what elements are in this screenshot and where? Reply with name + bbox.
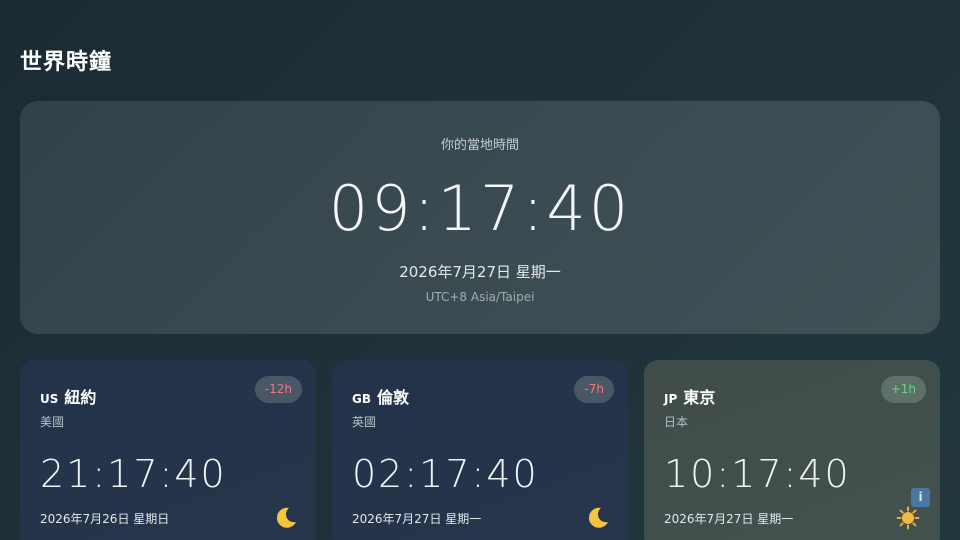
country-code: JP bbox=[664, 392, 678, 406]
city-time: 10:17:40 bbox=[664, 452, 851, 496]
country-code: US bbox=[40, 392, 59, 406]
local-timezone: UTC+8 Asia/Taipei bbox=[425, 290, 535, 304]
city-name: 紐約 bbox=[64, 388, 97, 407]
city-card-tokyo[interactable]: JP 東京 日本 +1h 10:17:40 2026年7月27日 星期一 i bbox=[644, 360, 940, 540]
country-name: 日本 bbox=[664, 415, 689, 429]
city-card-london[interactable]: GB 倫敦 英國 -7h 02:17:40 2026年7月27日 星期一 bbox=[332, 360, 628, 540]
local-time-display: 09:17:40 bbox=[328, 172, 632, 245]
city-name: 東京 bbox=[683, 388, 716, 407]
offset-badge: -12h bbox=[254, 376, 302, 403]
country-code: GB bbox=[352, 392, 371, 406]
city-date: 2026年7月26日 星期日 bbox=[40, 512, 170, 526]
country-name: 美國 bbox=[40, 415, 65, 429]
moon-icon bbox=[274, 506, 298, 530]
app-title: 世界時鐘 bbox=[20, 50, 113, 75]
city-name: 倫敦 bbox=[377, 388, 410, 407]
local-time-card: 你的當地時間 09:17:40 2026年7月27日 星期一 UTC+8 Asi… bbox=[20, 101, 940, 334]
moon-icon bbox=[586, 506, 610, 530]
info-icon[interactable]: i bbox=[911, 488, 930, 507]
local-time-label: 你的當地時間 bbox=[440, 138, 519, 153]
city-date: 2026年7月27日 星期一 bbox=[352, 512, 482, 526]
sun-icon bbox=[896, 506, 920, 530]
city-card-new-york[interactable]: US 紐約 美國 -12h 21:17:40 2026年7月26日 星期日 bbox=[20, 360, 316, 540]
country-name: 英國 bbox=[352, 415, 377, 429]
city-date: 2026年7月27日 星期一 bbox=[664, 512, 794, 526]
offset-badge: -7h bbox=[574, 376, 614, 403]
offset-badge: +1h bbox=[880, 376, 926, 403]
local-date: 2026年7月27日 星期一 bbox=[399, 263, 561, 281]
city-time: 21:17:40 bbox=[40, 452, 227, 496]
city-time: 02:17:40 bbox=[352, 452, 539, 496]
